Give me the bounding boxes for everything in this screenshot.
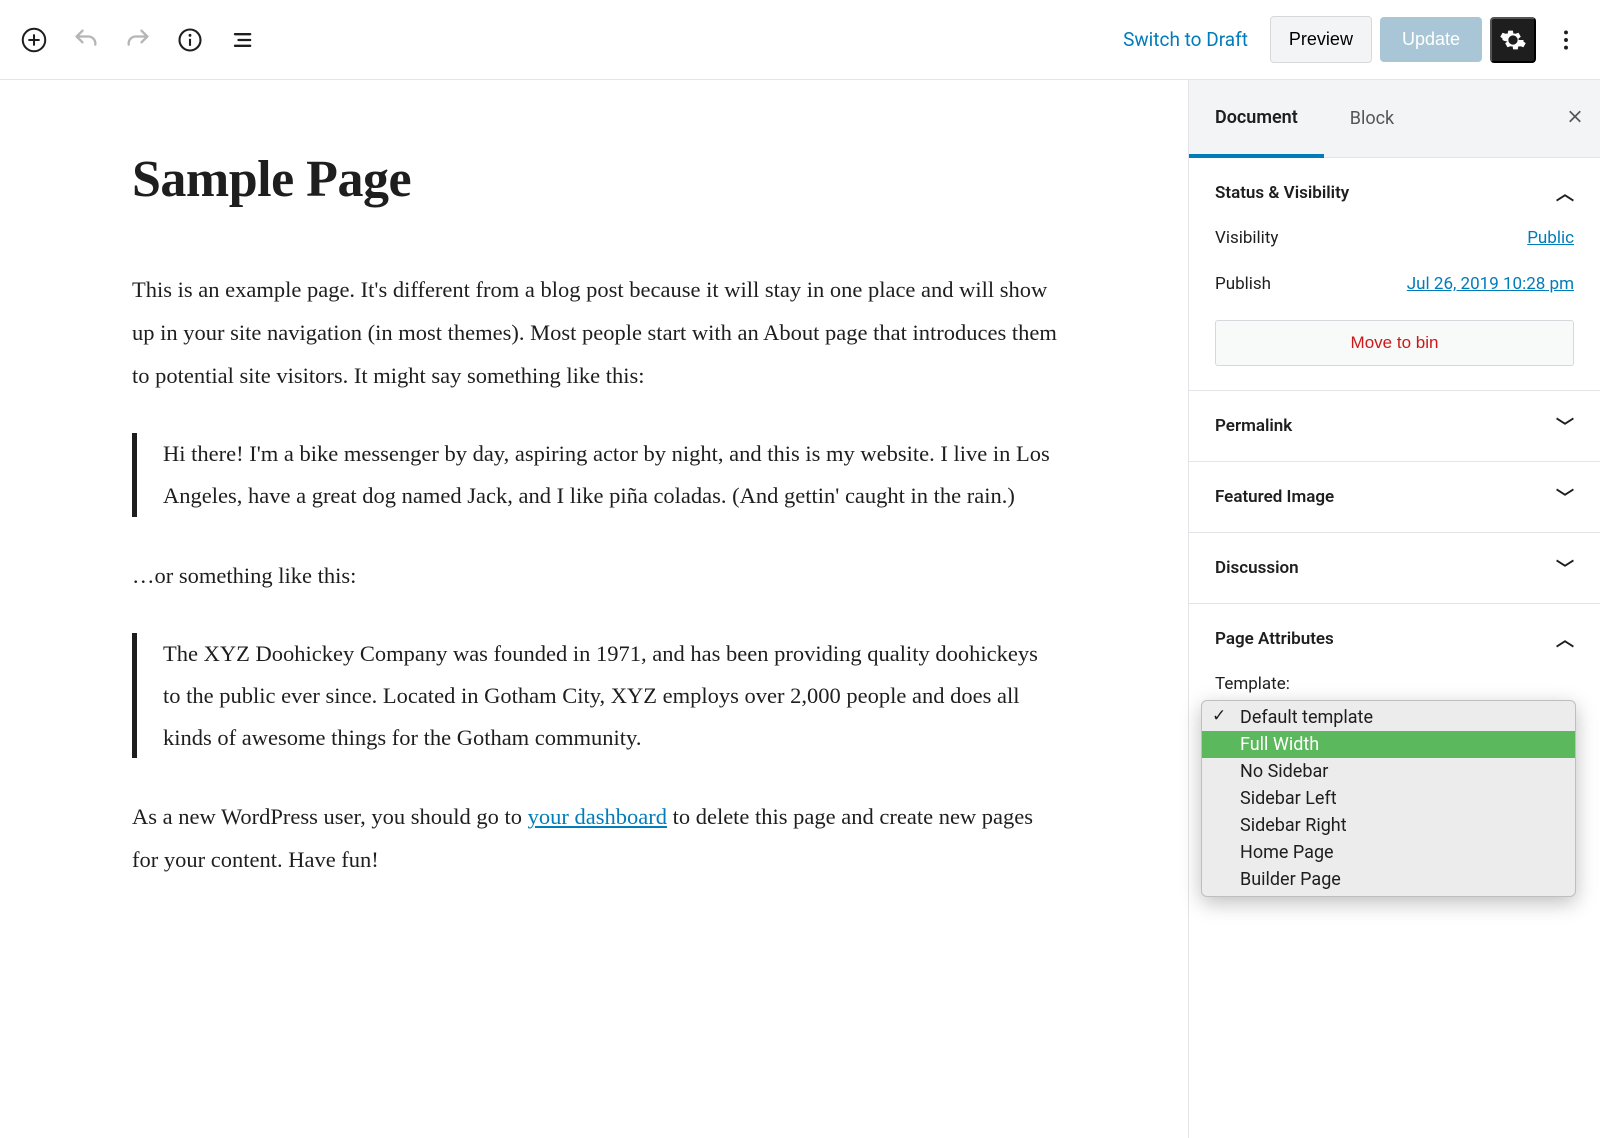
block-navigation-button[interactable] [220, 18, 264, 62]
option-label: Full Width [1240, 734, 1319, 755]
paragraph-block[interactable]: This is an example page. It's different … [132, 269, 1058, 397]
chevron-up-icon: ︿ [1556, 626, 1574, 652]
more-vertical-icon [1553, 27, 1579, 53]
move-to-bin-button[interactable]: Move to bin [1215, 320, 1574, 366]
toolbar-right: Switch to Draft Preview Update [1109, 16, 1588, 63]
panel-title: Discussion [1215, 558, 1299, 578]
template-dropdown[interactable]: ✓ Default template Full Width No Sidebar Sid… [1201, 700, 1576, 897]
panel-title: Page Attributes [1215, 629, 1334, 649]
tab-document[interactable]: Document [1189, 81, 1324, 158]
option-label: Sidebar Right [1240, 815, 1347, 836]
template-option[interactable]: No Sidebar [1202, 758, 1575, 785]
paragraph-block[interactable]: …or something like this: [132, 555, 1058, 598]
more-tools-button[interactable] [1544, 18, 1588, 62]
plus-circle-icon [19, 25, 49, 55]
quote-block[interactable]: The XYZ Doohickey Company was founded in… [132, 633, 1058, 758]
panel-header-discussion[interactable]: Discussion ﹀ [1189, 533, 1600, 603]
panel-body-page-attributes: Template: ✓Default templateFull WidthNo … [1189, 674, 1600, 694]
sidebar-tabs: Document Block [1189, 80, 1600, 158]
settings-sidebar: Document Block Status & Visibility ︿ Vis… [1188, 80, 1600, 1138]
visibility-value-link[interactable]: Public [1527, 228, 1574, 248]
toolbar-left [12, 18, 264, 62]
template-option[interactable]: Full Width [1202, 731, 1575, 758]
panel-header-featured-image[interactable]: Featured Image ﹀ [1189, 462, 1600, 532]
paragraph-block[interactable]: As a new WordPress user, you should go t… [132, 796, 1058, 882]
template-option[interactable]: Sidebar Left [1202, 785, 1575, 812]
publish-row: Publish Jul 26, 2019 10:28 pm [1215, 274, 1574, 294]
option-label: Home Page [1240, 842, 1334, 863]
option-label: Builder Page [1240, 869, 1341, 890]
redo-button[interactable] [116, 18, 160, 62]
panel-header-status[interactable]: Status & Visibility ︿ [1189, 158, 1600, 228]
publish-value-link[interactable]: Jul 26, 2019 10:28 pm [1407, 274, 1574, 294]
template-option[interactable]: Builder Page [1202, 866, 1575, 896]
dashboard-link[interactable]: your dashboard [528, 804, 667, 829]
switch-to-draft-link[interactable]: Switch to Draft [1109, 18, 1262, 61]
template-option[interactable]: Home Page [1202, 839, 1575, 866]
panel-title: Permalink [1215, 416, 1292, 436]
panel-permalink: Permalink ﹀ [1189, 391, 1600, 462]
chevron-down-icon: ﹀ [1556, 413, 1574, 439]
quote-text[interactable]: The XYZ Doohickey Company was founded in… [163, 633, 1058, 758]
panel-body-status: Visibility Public Publish Jul 26, 2019 1… [1189, 228, 1600, 390]
redo-icon [124, 26, 152, 54]
content-info-button[interactable] [168, 18, 212, 62]
panel-featured-image: Featured Image ﹀ [1189, 462, 1600, 533]
editor-main: Sample Page This is an example page. It'… [0, 80, 1600, 1138]
post-title[interactable]: Sample Page [132, 150, 1058, 209]
editor-toolbar: Switch to Draft Preview Update [0, 0, 1600, 80]
update-button: Update [1380, 17, 1482, 62]
template-option[interactable]: Sidebar Right [1202, 812, 1575, 839]
template-label: Template: [1215, 674, 1574, 694]
editor-canvas[interactable]: Sample Page This is an example page. It'… [0, 80, 1188, 1138]
quote-text[interactable]: Hi there! I'm a bike messenger by day, a… [163, 433, 1058, 516]
close-icon [1566, 107, 1584, 125]
panel-title: Featured Image [1215, 487, 1334, 507]
close-sidebar-button[interactable] [1566, 106, 1584, 131]
panel-status-visibility: Status & Visibility ︿ Visibility Public … [1189, 158, 1600, 391]
tab-block[interactable]: Block [1324, 80, 1420, 157]
option-label: No Sidebar [1240, 761, 1328, 782]
panel-title: Status & Visibility [1215, 183, 1349, 203]
undo-icon [72, 26, 100, 54]
publish-label: Publish [1215, 274, 1271, 294]
info-icon [176, 26, 204, 54]
visibility-label: Visibility [1215, 228, 1278, 248]
chevron-down-icon: ﹀ [1556, 555, 1574, 581]
text-segment: As a new WordPress user, you should go t… [132, 804, 528, 829]
template-option[interactable]: ✓ Default template [1202, 701, 1575, 731]
preview-button[interactable]: Preview [1270, 16, 1372, 63]
panel-header-page-attributes[interactable]: Page Attributes ︿ [1189, 604, 1600, 674]
check-icon: ✓ [1212, 706, 1226, 726]
option-label: Sidebar Left [1240, 788, 1337, 809]
visibility-row: Visibility Public [1215, 228, 1574, 248]
chevron-up-icon: ︿ [1556, 180, 1574, 206]
gear-icon [1499, 26, 1527, 54]
option-label: Default template [1240, 707, 1373, 728]
settings-toggle-button[interactable] [1490, 17, 1536, 63]
outline-icon [228, 26, 256, 54]
undo-button[interactable] [64, 18, 108, 62]
panel-page-attributes: Page Attributes ︿ Template: ✓Default tem… [1189, 604, 1600, 694]
chevron-down-icon: ﹀ [1556, 484, 1574, 510]
add-block-button[interactable] [12, 18, 56, 62]
panel-discussion: Discussion ﹀ [1189, 533, 1600, 604]
quote-block[interactable]: Hi there! I'm a bike messenger by day, a… [132, 433, 1058, 516]
panel-header-permalink[interactable]: Permalink ﹀ [1189, 391, 1600, 461]
